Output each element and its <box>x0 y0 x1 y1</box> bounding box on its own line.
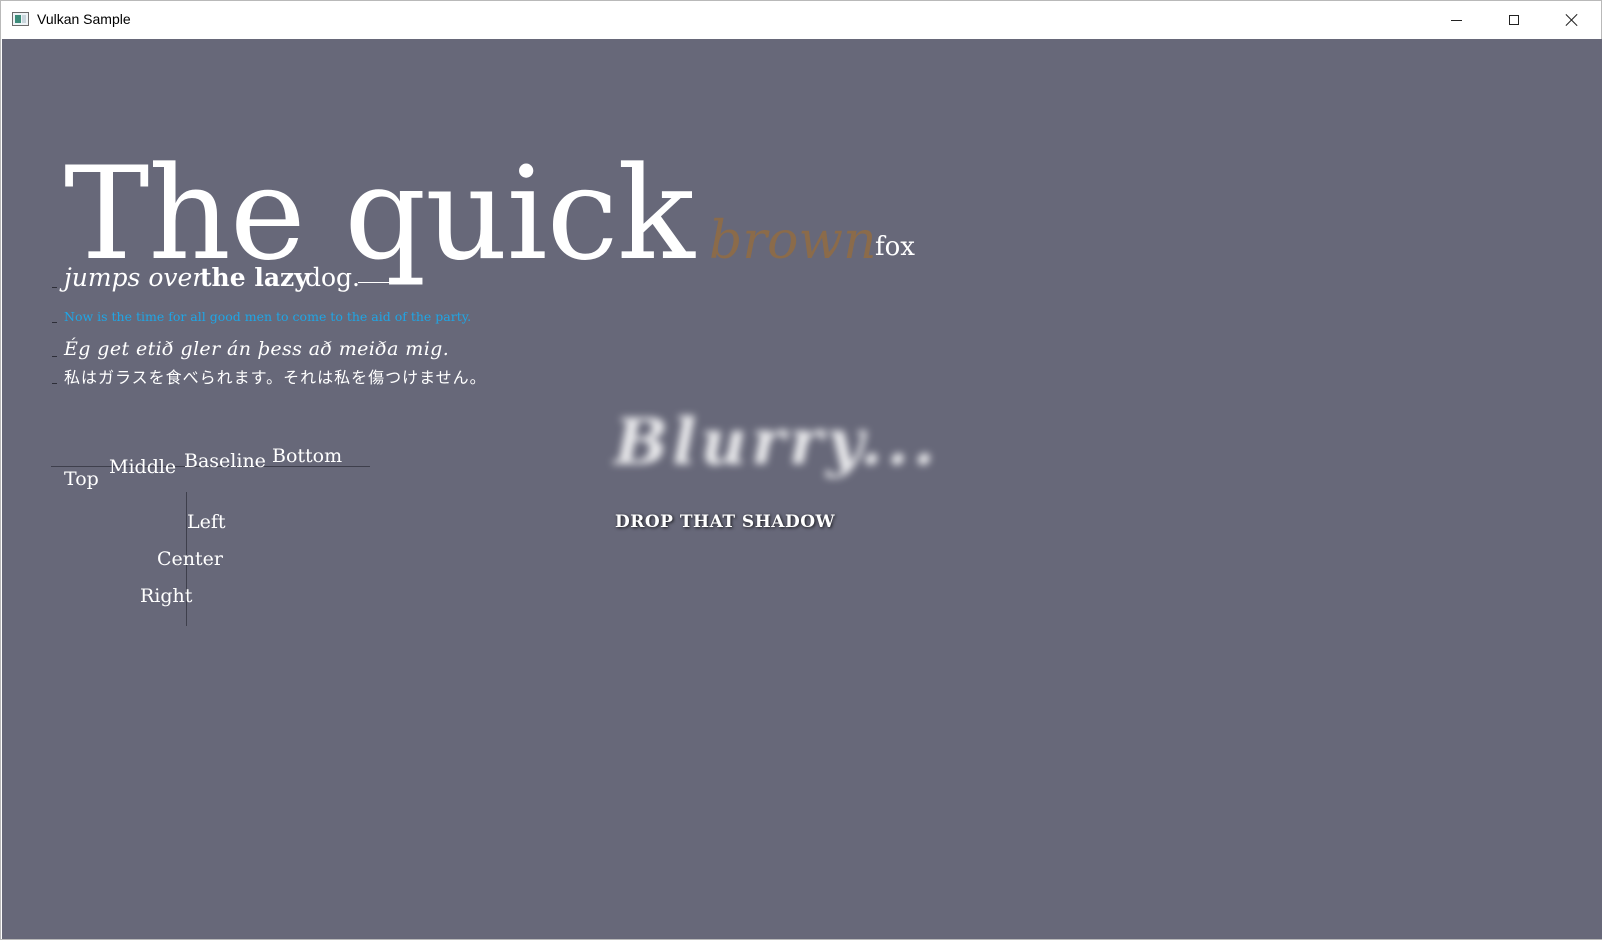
heading-the-quick: The quick <box>64 140 695 289</box>
maximize-button[interactable] <box>1485 1 1543 39</box>
app-window: Vulkan Sample The quick brown fox jumps … <box>0 0 1602 940</box>
align-left-label: Left <box>187 511 226 533</box>
drop-shadow-text: DROP THAT SHADOW <box>615 512 836 532</box>
blurry-text: Blurry... <box>614 405 940 480</box>
close-icon <box>1565 13 1579 27</box>
text-japanese: 私はガラスを食べられます。それは私を傷つけません。 <box>64 368 487 387</box>
align-center-label: Center <box>157 548 223 570</box>
minimize-button[interactable] <box>1427 1 1485 39</box>
baseline-tick <box>52 356 57 357</box>
text-dog: dog. <box>305 263 361 292</box>
align-right-label: Right <box>140 585 193 607</box>
window-title: Vulkan Sample <box>37 11 131 27</box>
title-bar[interactable]: Vulkan Sample <box>1 1 1601 39</box>
text-icelandic: Ég get etið gler án þess að meiða mig. <box>64 338 450 360</box>
align-baseline-label: Baseline <box>184 450 266 472</box>
align-bottom-label: Bottom <box>272 445 343 467</box>
text-jumps-over: jumps over <box>64 263 205 292</box>
minimize-icon <box>1450 19 1462 21</box>
align-top-label: Top <box>64 468 99 490</box>
baseline-tick <box>52 383 57 384</box>
baseline-tick <box>52 287 57 288</box>
heading-brown: brown <box>709 211 877 271</box>
text-now-is-the-time: Now is the time for all good men to come… <box>64 309 472 324</box>
close-button[interactable] <box>1543 1 1601 39</box>
baseline-tick <box>52 322 57 323</box>
text-the-lazy: the lazy <box>200 263 309 292</box>
render-canvas[interactable]: The quick brown fox jumps over the lazy … <box>2 39 1602 939</box>
app-icon <box>12 12 29 26</box>
heading-fox: fox <box>875 232 915 262</box>
maximize-icon <box>1509 15 1519 25</box>
align-middle-label: Middle <box>109 456 177 478</box>
